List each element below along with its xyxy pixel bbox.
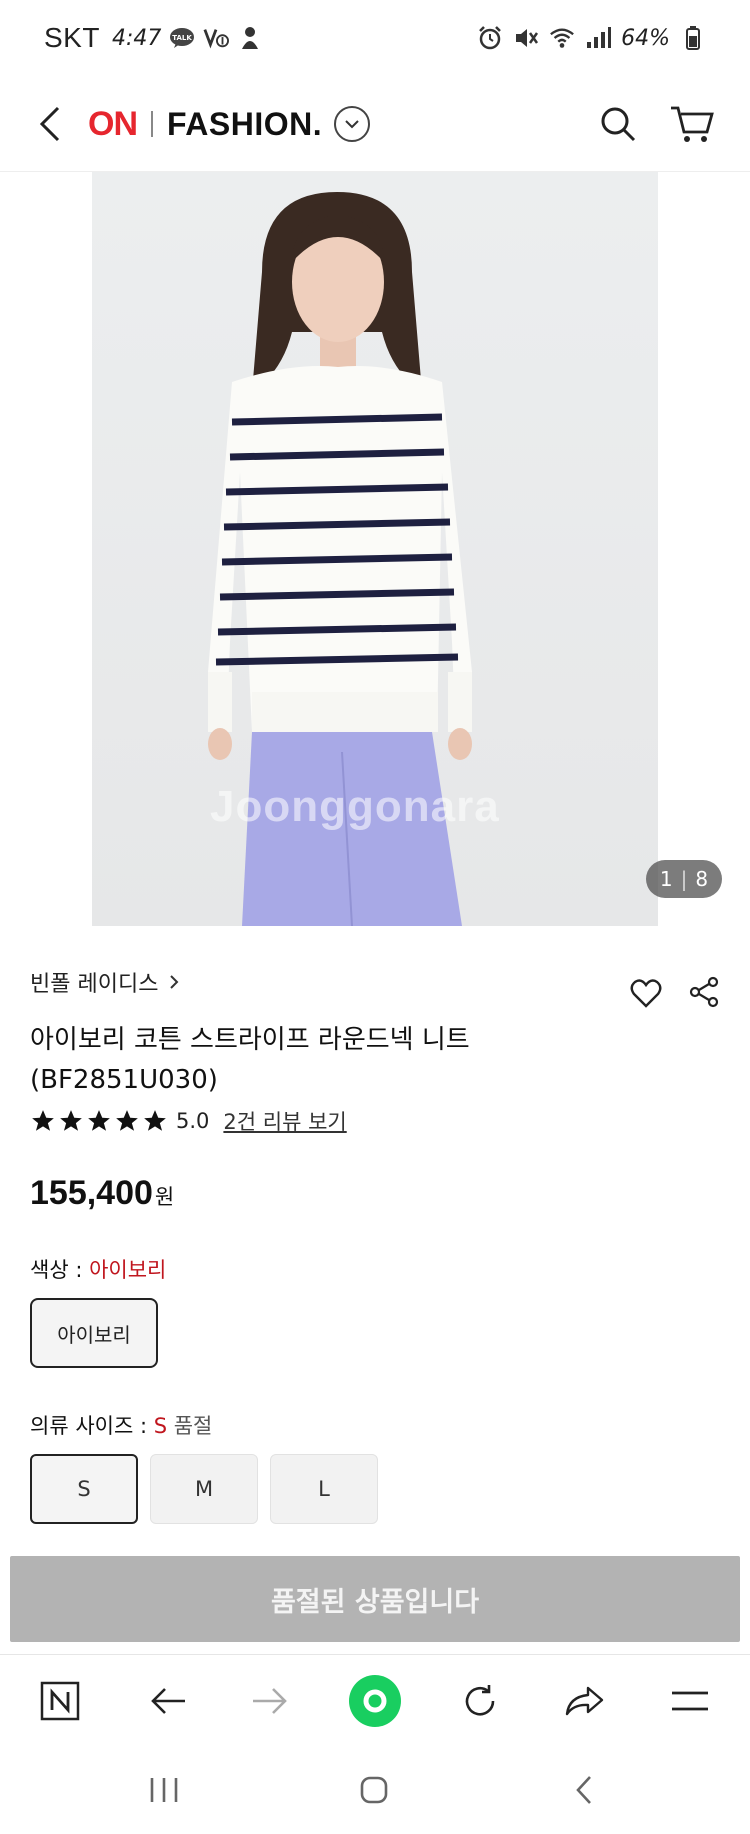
size-option-s[interactable]: S (30, 1454, 138, 1524)
naver-n-icon (40, 1681, 80, 1721)
naver-home-button[interactable] (349, 1675, 401, 1727)
brand-link[interactable]: 빈폴 레이디스 (30, 966, 180, 998)
brand-menu-toggle[interactable] (334, 106, 371, 142)
product-image-gallery[interactable]: Joonggonara 1 | 8 (0, 172, 750, 926)
alarm-icon (477, 25, 503, 51)
image-counter-current: 1 (659, 867, 673, 891)
size-option-label: 의류 사이즈 : S 품절 (30, 1410, 212, 1440)
browser-forward-button[interactable] (244, 1675, 296, 1727)
brand-logo[interactable]: ON FASHION. (88, 102, 371, 146)
wifi-icon (549, 25, 575, 51)
refresh-icon (465, 1685, 495, 1716)
brand-divider (151, 111, 153, 137)
star-icon (60, 1110, 82, 1131)
home-button[interactable] (350, 1768, 398, 1812)
size-option-m[interactable]: M (150, 1454, 258, 1524)
star-icon (116, 1110, 138, 1131)
signal-icon (585, 25, 612, 51)
status-time: 4:47 (111, 25, 162, 51)
price-currency: 원 (154, 1185, 175, 1209)
browser-menu-button[interactable] (664, 1675, 716, 1727)
browser-share-button[interactable] (558, 1675, 610, 1727)
share-button[interactable] (684, 972, 724, 1012)
soldout-button[interactable]: 품절된 상품입니다 (10, 1556, 740, 1642)
color-label-text: 색상 : (30, 1258, 90, 1282)
app-header: ON FASHION. (0, 76, 750, 172)
mute-icon (513, 25, 539, 51)
battery-icon (680, 25, 706, 51)
recent-apps-button[interactable] (140, 1768, 188, 1812)
brand-on-text: ON (88, 104, 138, 143)
browser-toolbar (0, 1654, 750, 1744)
back-button[interactable] (22, 96, 78, 152)
search-button[interactable] (592, 98, 644, 150)
reviews-link[interactable]: 2건 리뷰 보기 (223, 1106, 346, 1136)
chevron-down-icon (345, 120, 359, 129)
star-icon (88, 1110, 110, 1131)
search-icon (601, 107, 636, 142)
notification-icon (237, 25, 263, 51)
product-photo: Joonggonara (92, 172, 658, 926)
chevron-left-icon (39, 106, 60, 142)
image-counter-total: 8 (695, 867, 709, 891)
size-soldout-text: 품절 (173, 1414, 213, 1438)
image-counter-divider: | (680, 867, 688, 891)
brand-name: 빈폴 레이디스 (30, 972, 159, 997)
browser-back-button[interactable] (142, 1675, 194, 1727)
joonggonara-watermark: Joonggonara (210, 782, 500, 831)
refresh-button[interactable] (454, 1675, 506, 1727)
like-button[interactable] (626, 974, 666, 1014)
color-option-ivory[interactable]: 아이보리 (30, 1298, 158, 1368)
arrow-right-icon (253, 1688, 287, 1714)
color-option-label: 색상 : 아이보리 (30, 1254, 166, 1284)
system-back-button[interactable] (560, 1768, 608, 1812)
carrier-label: SKT (44, 22, 100, 53)
color-selected-value: 아이보리 (89, 1258, 167, 1282)
battery-percent: 64% (621, 25, 670, 51)
product-title: 아이보리 코튼 스트라이프 라운드넥 니트 (BF2851U030) (30, 1020, 590, 1100)
status-bar: SKT 4:47 TALK 64% (0, 0, 750, 76)
hamburger-menu-icon (672, 1691, 708, 1711)
cart-button[interactable] (664, 98, 720, 150)
home-icon (360, 1776, 388, 1804)
image-counter: 1 | 8 (646, 860, 722, 898)
chevron-right-icon (170, 975, 179, 989)
star-icon (144, 1110, 166, 1131)
naver-green-dot-icon (349, 1675, 401, 1727)
naver-n-button[interactable] (34, 1675, 86, 1727)
heart-icon (630, 979, 662, 1008)
talk-badge-text: TALK (173, 34, 193, 42)
share-arrow-icon (565, 1686, 604, 1716)
star-icon (32, 1110, 54, 1131)
share-icon (689, 976, 719, 1008)
size-selected-value: S (153, 1414, 168, 1438)
recent-apps-icon (150, 1778, 178, 1802)
volte-icon (203, 25, 230, 51)
rating-score: 5.0 (176, 1109, 210, 1133)
product-title-line1: 아이보리 코튼 스트라이프 라운드넥 니트 (30, 1025, 470, 1055)
kakaotalk-icon: TALK (169, 25, 195, 51)
price-amount: 155,400 (30, 1174, 153, 1212)
product-code: (BF2851U030) (30, 1065, 218, 1095)
size-option-l[interactable]: L (270, 1454, 378, 1524)
cart-icon (671, 106, 714, 142)
system-nav-bar (0, 1744, 750, 1834)
rating-row: 5.0 2건 리뷰 보기 (30, 1106, 347, 1136)
chevron-left-icon (576, 1776, 591, 1804)
size-label-text: 의류 사이즈 : (30, 1414, 154, 1438)
arrow-left-icon (151, 1688, 185, 1714)
price: 155,400 원 (30, 1174, 174, 1213)
brand-fashion-text: FASHION. (167, 105, 323, 142)
